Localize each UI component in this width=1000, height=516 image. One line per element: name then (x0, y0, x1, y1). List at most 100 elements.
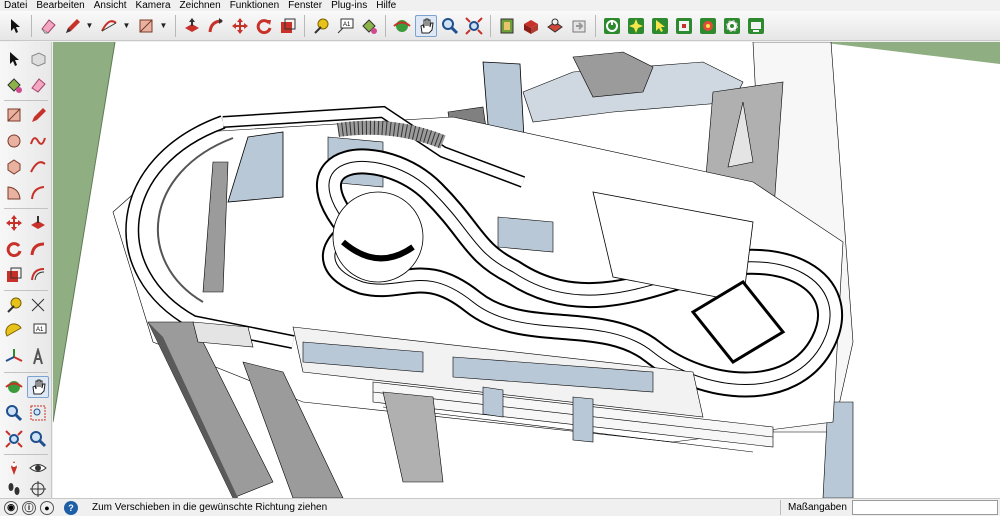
left-dimension-button[interactable] (27, 294, 49, 316)
select-tool-button[interactable] (4, 15, 26, 37)
left-walk-button[interactable] (3, 478, 25, 500)
left-polygon-button[interactable] (3, 156, 25, 178)
left-scale-button[interactable] (3, 264, 25, 286)
materials-button[interactable] (544, 15, 566, 37)
push-pull-tool-button[interactable] (181, 15, 203, 37)
menu-fenster[interactable]: Fenster (284, 0, 327, 11)
styles-button[interactable] (568, 15, 590, 37)
left-circle-button[interactable] (3, 130, 25, 152)
left-component-button[interactable] (27, 48, 49, 70)
left-protractor-button[interactable] (3, 320, 25, 342)
zoom-tool-button[interactable] (439, 15, 461, 37)
make-component-icon (31, 52, 46, 67)
pan-tool-button[interactable] (415, 14, 437, 37)
plugin-star-button[interactable] (625, 15, 647, 37)
status-message: Zum Verschieben in die gewünschte Richtu… (92, 502, 328, 513)
rectangle-tool-button[interactable] (135, 15, 157, 37)
follow-me-tool-button[interactable] (205, 15, 227, 37)
left-toolbar-row (2, 294, 50, 316)
left-pie-button[interactable] (3, 182, 25, 204)
tape-measure-tool-button[interactable] (310, 15, 332, 37)
credits-icon[interactable]: ⓘ (22, 500, 36, 515)
orbit-icon (393, 19, 411, 32)
left-paint-button[interactable] (3, 74, 25, 96)
left-position-camera-button[interactable] (3, 457, 25, 479)
plugin-screen-button[interactable] (745, 15, 767, 37)
left-axes-button[interactable] (3, 346, 25, 368)
axes-icon (5, 349, 23, 362)
left-rotate-button[interactable] (3, 238, 25, 260)
orbit-tool-button[interactable] (391, 15, 413, 37)
left-zoom-window-button[interactable] (27, 402, 49, 424)
protractor-icon (5, 323, 22, 337)
left-text-button[interactable]: A1 (27, 320, 49, 342)
menu-kamera[interactable]: Kamera (132, 0, 176, 11)
left-tape-button[interactable] (3, 294, 25, 316)
push-pull-icon (31, 216, 45, 229)
arc-tool-button[interactable] (98, 15, 120, 37)
status-divider (780, 500, 781, 515)
text-icon: A1 (33, 323, 47, 334)
pencil-tool-button[interactable] (61, 15, 83, 37)
left-freehand-button[interactable] (27, 130, 49, 152)
plugin-color-button[interactable] (697, 15, 719, 37)
rectangle-icon (139, 19, 153, 32)
left-move-button[interactable] (3, 212, 25, 234)
paint-bucket-icon (7, 78, 22, 93)
pencil-dropdown-arrow[interactable]: ▼ (85, 15, 94, 37)
left-arc2-button[interactable] (27, 182, 49, 204)
left-rectangle-button[interactable] (3, 104, 25, 126)
text-tool-button[interactable]: A1 (334, 15, 356, 37)
menu-zeichnen[interactable]: Zeichnen (176, 0, 226, 11)
left-offset-button[interactable] (27, 264, 49, 286)
menu-funktionen[interactable]: Funktionen (226, 0, 284, 11)
left-3d-text-button[interactable] (27, 346, 49, 368)
menu-ansicht[interactable]: Ansicht (90, 0, 132, 11)
model-viewport[interactable] (53, 42, 1000, 498)
left-orbit-button[interactable] (3, 376, 25, 398)
help-icon[interactable]: ? (64, 500, 78, 515)
geo-location-icon[interactable]: ◉ (4, 500, 18, 515)
menu-bearbeiten[interactable]: Bearbeiten (32, 0, 89, 11)
menu-hilfe[interactable]: Hilfe (372, 0, 401, 11)
left-follow-me-button[interactable] (27, 238, 49, 260)
measurements-input[interactable] (852, 500, 998, 515)
plugin-pointer-icon (652, 17, 668, 34)
rotate-tool-button[interactable] (253, 15, 275, 37)
zoom-extents-tool-button[interactable] (463, 15, 485, 37)
components-icon (524, 19, 538, 34)
left-arc-button[interactable] (27, 156, 49, 178)
menu-plugins[interactable]: Plug-ins (327, 0, 372, 11)
move-tool-button[interactable] (229, 15, 251, 37)
left-eraser-button[interactable] (27, 74, 49, 96)
left-pencil-button[interactable] (27, 104, 49, 126)
footprints-icon (8, 483, 20, 495)
user-account-icon[interactable]: ● (40, 500, 54, 515)
eraser-tool-button[interactable] (37, 15, 59, 37)
left-zoom-extents-button[interactable] (3, 428, 25, 450)
move-icon (232, 17, 248, 34)
two-point-arc-icon (31, 186, 45, 200)
plugin-green-button[interactable] (601, 15, 623, 37)
left-select-button[interactable] (3, 48, 25, 70)
zoom-icon (6, 405, 23, 422)
left-look-around-button[interactable] (27, 457, 49, 479)
left-previous-view-button[interactable] (27, 428, 49, 450)
left-zoom-button[interactable] (3, 402, 25, 424)
arc-dropdown-arrow[interactable]: ▼ (122, 15, 131, 37)
model-info-button[interactable] (496, 15, 518, 37)
sketchup-window: Datei Bearbeiten Ansicht Kamera Zeichnen… (0, 0, 1000, 516)
components-button[interactable] (520, 15, 542, 37)
plugin-gear-button[interactable] (721, 15, 743, 37)
plugin-green-icon (604, 17, 620, 34)
left-push-pull-button[interactable] (27, 212, 49, 234)
menu-datei[interactable]: Datei (0, 0, 32, 11)
left-pan-button[interactable] (27, 376, 49, 398)
left-section-button[interactable] (27, 478, 49, 500)
polygon-icon (7, 159, 21, 175)
plugin-pointer-button[interactable] (649, 15, 671, 37)
rectangle-dropdown-arrow[interactable]: ▼ (159, 15, 168, 37)
paint-bucket-tool-button[interactable] (358, 15, 380, 37)
scale-tool-button[interactable] (277, 15, 299, 37)
plugin-cube-button[interactable] (673, 15, 695, 37)
